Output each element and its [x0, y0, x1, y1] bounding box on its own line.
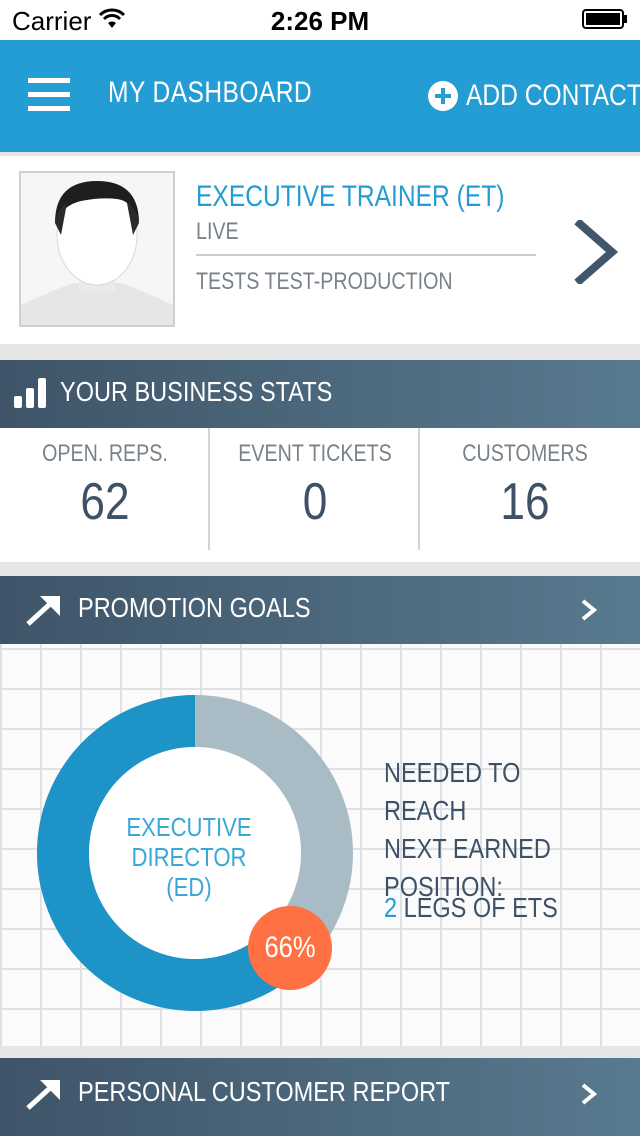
legs-text: LEGS OF ETS [397, 892, 558, 923]
personal-customer-report-header[interactable]: PERSONAL CUSTOMER REPORT [0, 1058, 640, 1136]
avatar [19, 171, 175, 327]
stat-value: 62 [80, 473, 130, 531]
status-bar: Carrier 2:26 PM [0, 0, 640, 40]
menu-icon[interactable] [28, 78, 70, 112]
target-position-line: EXECUTIVE [126, 812, 252, 842]
bar-chart-icon [14, 378, 46, 408]
battery-icon [582, 9, 627, 29]
divider [196, 254, 536, 256]
navigation-bar: MY DASHBOARD ADD CONTACT [0, 40, 640, 152]
person-silhouette-icon [21, 173, 173, 325]
progress-percent: 66% [264, 931, 316, 964]
add-contact-button[interactable]: ADD CONTACT [428, 78, 640, 114]
target-position-line: (ED) [166, 872, 212, 902]
profile-organization: TESTS TEST-PRODUCTION [196, 268, 453, 295]
stat-open-reps[interactable]: OPEN. REPS. 62 [0, 428, 210, 550]
requirement-text: NEEDED TO REACH NEXT EARNED POSITION: [384, 754, 586, 906]
stat-label: OPEN. REPS. [42, 440, 168, 467]
page-title: MY DASHBOARD [108, 76, 313, 109]
business-stats-panel: OPEN. REPS. 62 EVENT TICKETS 0 CUSTOMERS… [0, 428, 640, 562]
stat-customers[interactable]: CUSTOMERS 16 [420, 428, 630, 550]
promotion-goals-title: PROMOTION GOALS [78, 592, 311, 623]
progress-badge: 66% [248, 906, 332, 990]
stat-value: 16 [500, 473, 550, 531]
target-position-line: DIRECTOR [131, 842, 247, 872]
chevron-right-icon [581, 1083, 598, 1105]
legs-requirement: 2 LEGS OF ETS [384, 892, 558, 924]
promotion-goals-panel: EXECUTIVE DIRECTOR (ED) 66% NEEDED TO RE… [0, 644, 640, 1046]
add-contact-label: ADD CONTACT [466, 79, 640, 112]
stat-label: CUSTOMERS [462, 440, 588, 467]
legs-count: 2 [384, 892, 398, 923]
profile-card[interactable]: EXECUTIVE TRAINER (ET) LIVE TESTS TEST-P… [0, 156, 640, 344]
profile-status: LIVE [196, 218, 239, 245]
arrow-up-right-icon [26, 1080, 60, 1110]
target-position: EXECUTIVE DIRECTOR (ED) [117, 812, 262, 902]
business-stats-header: YOUR BUSINESS STATS [0, 360, 640, 428]
stat-label: EVENT TICKETS [238, 440, 392, 467]
stat-event-tickets[interactable]: EVENT TICKETS 0 [210, 428, 420, 550]
chevron-right-icon[interactable] [572, 220, 620, 284]
promotion-goals-header[interactable]: PROMOTION GOALS [0, 576, 640, 644]
requirement-line: NEXT EARNED [384, 833, 551, 864]
profile-title: EXECUTIVE TRAINER (ET) [196, 180, 505, 213]
requirement-line: NEEDED TO REACH [384, 757, 521, 826]
plus-circle-icon [428, 81, 458, 111]
business-stats-title: YOUR BUSINESS STATS [60, 376, 333, 407]
arrow-up-right-icon [26, 596, 60, 626]
chevron-right-icon [581, 599, 598, 621]
status-time: 2:26 PM [270, 6, 370, 36]
personal-customer-report-title: PERSONAL CUSTOMER REPORT [78, 1076, 451, 1107]
stat-value: 0 [302, 473, 328, 531]
